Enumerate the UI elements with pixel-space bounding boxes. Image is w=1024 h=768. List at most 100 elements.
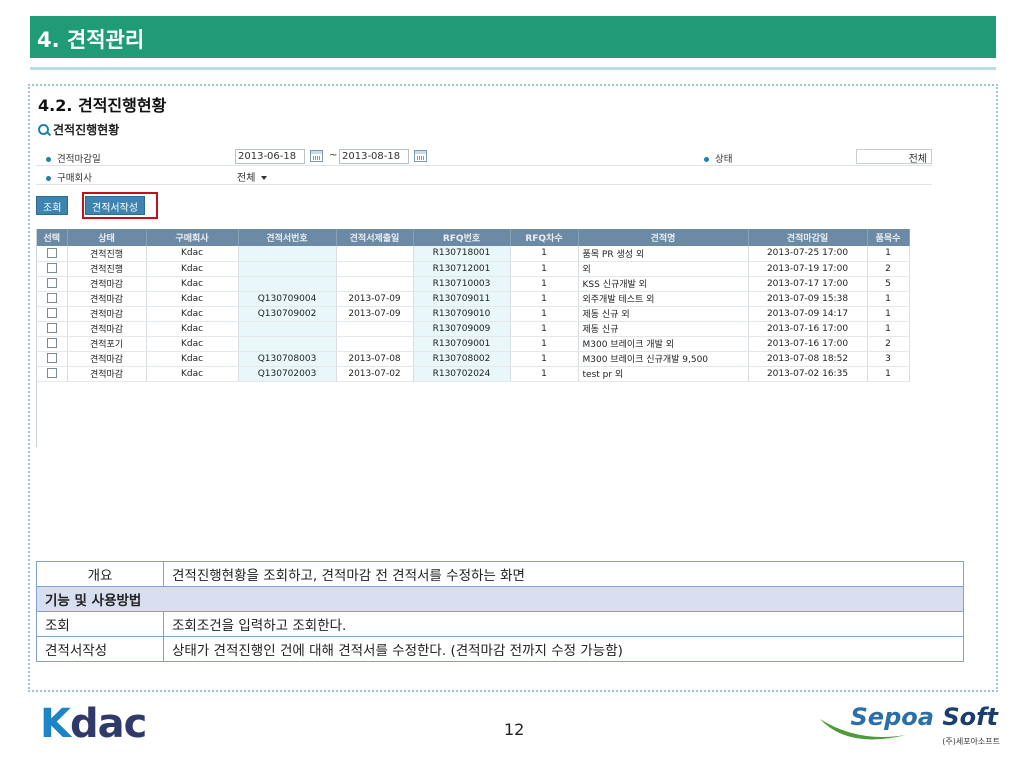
row-checkbox[interactable] bbox=[46, 353, 57, 364]
grid-cell: 제동 신규 bbox=[578, 321, 749, 337]
grid-cell: R130712001 bbox=[413, 261, 511, 277]
company-select[interactable]: 전체 bbox=[235, 168, 269, 185]
grid-cell: 1 bbox=[867, 291, 910, 307]
grid-cell: 2013-07-09 bbox=[336, 291, 414, 307]
grid-cell: 2013-07-19 17:00 bbox=[748, 261, 868, 277]
grid-cell: Kdac bbox=[146, 276, 239, 292]
usage-row-create: 견적서작성 상태가 견적진행인 건에 대해 견적서를 수정한다. (견적마감 전… bbox=[36, 636, 964, 662]
grid-column-header[interactable]: RFQ차수 bbox=[510, 229, 579, 246]
date-separator: ~ bbox=[329, 150, 338, 161]
grid-cell: Kdac bbox=[146, 366, 239, 382]
row-select-cell[interactable] bbox=[37, 246, 68, 262]
table-row[interactable]: 견적마감 Kdac Q130708003 2013-07-08 R130708002 1 M… bbox=[37, 351, 910, 367]
section-title: 4.2. 견적진행현황 bbox=[38, 96, 167, 115]
grid-column-header[interactable]: 선택 bbox=[37, 229, 68, 246]
grid-cell bbox=[238, 321, 337, 337]
overview-row: 개요 견적진행현황을 조회하고, 견적마감 전 견적서를 수정하는 화면 bbox=[36, 561, 964, 587]
grid-column-header[interactable]: RFQ번호 bbox=[413, 229, 511, 246]
row-checkbox[interactable] bbox=[46, 308, 57, 319]
row-select-cell[interactable] bbox=[37, 366, 68, 382]
usage-header: 기능 및 사용방법 bbox=[36, 586, 964, 612]
filter-row-company: 구매회사 전체 bbox=[36, 167, 932, 185]
row-checkbox[interactable] bbox=[46, 323, 57, 334]
row-checkbox[interactable] bbox=[46, 248, 57, 258]
grid-cell bbox=[238, 276, 337, 292]
grid-cell: test pr 외 bbox=[578, 366, 749, 382]
grid-cell: 1 bbox=[510, 291, 579, 307]
search-button[interactable]: 조회 bbox=[36, 196, 69, 215]
table-row[interactable]: 견적마감 Kdac Q130702003 2013-07-02 R130702024 1 t… bbox=[37, 366, 910, 382]
grid-cell: 2013-07-16 17:00 bbox=[748, 336, 868, 352]
grid-cell: Kdac bbox=[146, 351, 239, 367]
row-checkbox[interactable] bbox=[46, 278, 57, 289]
grid-cell: 1 bbox=[510, 336, 579, 352]
row-select-cell[interactable] bbox=[37, 321, 68, 337]
grid-body: 견적진행 Kdac R130718001 1 품목 PR 생성 외 2013-07-25 … bbox=[37, 246, 910, 382]
table-row[interactable]: 견적마감 Kdac R130709009 1 제동 신규 2013-07-16 17:00… bbox=[37, 321, 910, 337]
table-row[interactable]: 견적마감 Kdac Q130709004 2013-07-09 R130709011 1 외… bbox=[37, 291, 910, 307]
grid-cell: 견적마감 bbox=[67, 366, 147, 382]
grid-header-row: 선택 상태 구매회사 견적서번호 견적서제출일 RFQ번호 RFQ차수 견적명 견적마감일 품목수 bbox=[37, 229, 910, 246]
grid-cell: 3 bbox=[867, 351, 910, 367]
grid-cell: 견적포기 bbox=[67, 336, 147, 352]
calendar-icon[interactable] bbox=[414, 150, 427, 162]
row-checkbox[interactable] bbox=[46, 293, 57, 304]
usage-text: 조회조건을 입력하고 조회한다. bbox=[163, 611, 964, 637]
table-row[interactable]: 견적마감 Kdac R130710003 1 KSS 신규개발 외 2013-07-17 … bbox=[37, 276, 910, 292]
grid-cell: Kdac bbox=[146, 336, 239, 352]
row-select-cell[interactable] bbox=[37, 261, 68, 277]
usage-label: 조회 bbox=[36, 611, 164, 637]
table-row[interactable]: 견적진행 Kdac R130712001 1 외 2013-07-19 17:00 2 bbox=[37, 261, 910, 277]
description-table: 개요 견적진행현황을 조회하고, 견적마감 전 견적서를 수정하는 화면 기능 … bbox=[36, 561, 964, 662]
usage-label: 견적서작성 bbox=[36, 636, 164, 662]
grid-cell: Q130709002 bbox=[238, 306, 337, 322]
grid-column-header[interactable]: 견적서제출일 bbox=[336, 229, 414, 246]
status-select[interactable]: 전체 bbox=[856, 149, 932, 165]
bullet-icon bbox=[704, 157, 709, 162]
grid-cell: Q130709004 bbox=[238, 291, 337, 307]
row-select-cell[interactable] bbox=[37, 351, 68, 367]
grid-cell: Q130702003 bbox=[238, 366, 337, 382]
grid-cell: 1 bbox=[510, 351, 579, 367]
grid-cell: 1 bbox=[867, 366, 910, 382]
grid-cell: 견적마감 bbox=[67, 321, 147, 337]
grid-cell: R130709010 bbox=[413, 306, 511, 322]
row-select-cell[interactable] bbox=[37, 291, 68, 307]
calendar-icon[interactable] bbox=[310, 150, 323, 162]
grid-column-header[interactable]: 견적명 bbox=[578, 229, 749, 246]
usage-row-search: 조회 조회조건을 입력하고 조회한다. bbox=[36, 611, 964, 637]
date-from-input[interactable]: 2013-06-18 bbox=[235, 149, 305, 164]
bullet-icon bbox=[46, 176, 51, 181]
grid-cell: 견적마감 bbox=[67, 306, 147, 322]
grid-cell: 1 bbox=[510, 366, 579, 382]
grid-column-header[interactable]: 상태 bbox=[67, 229, 147, 246]
grid-column-header[interactable]: 품목수 bbox=[867, 229, 910, 246]
grid-cell: Kdac bbox=[146, 246, 239, 262]
grid-cell: 2013-07-09 bbox=[336, 306, 414, 322]
row-select-cell[interactable] bbox=[37, 276, 68, 292]
grid-cell bbox=[336, 336, 414, 352]
grid-cell bbox=[336, 321, 414, 337]
grid-cell: R130710003 bbox=[413, 276, 511, 292]
table-row[interactable]: 견적포기 Kdac R130709001 1 M300 브레이크 개발 외 2013-07… bbox=[37, 336, 910, 352]
slide: 4. 견적관리 4.2. 견적진행현황 견적진행현황 견적마감일 2013-06… bbox=[0, 0, 1024, 768]
grid-cell: 품목 PR 생성 외 bbox=[578, 246, 749, 262]
grid-cell bbox=[238, 336, 337, 352]
grid-cell: M300 브레이크 신규개발 9,500 bbox=[578, 351, 749, 367]
table-row[interactable]: 견적진행 Kdac R130718001 1 품목 PR 생성 외 2013-07-25 … bbox=[37, 246, 910, 262]
row-select-cell[interactable] bbox=[37, 336, 68, 352]
row-checkbox[interactable] bbox=[46, 338, 57, 349]
row-select-cell[interactable] bbox=[37, 306, 68, 322]
grid-cell: 1 bbox=[867, 306, 910, 322]
table-row[interactable]: 견적마감 Kdac Q130709002 2013-07-09 R130709010 1 제… bbox=[37, 306, 910, 322]
row-checkbox[interactable] bbox=[46, 263, 57, 274]
sepoa-soft-logo: Sepoa Soft (주)세포아소프트 bbox=[818, 703, 1002, 753]
row-checkbox[interactable] bbox=[46, 368, 57, 379]
grid-column-header[interactable]: 구매회사 bbox=[146, 229, 239, 246]
company-label: 구매회사 bbox=[46, 170, 92, 184]
grid-column-header[interactable]: 견적서번호 bbox=[238, 229, 337, 246]
date-to-input[interactable]: 2013-08-18 bbox=[339, 149, 409, 164]
grid-column-header[interactable]: 견적마감일 bbox=[748, 229, 868, 246]
grid-cell: R130708002 bbox=[413, 351, 511, 367]
sepoa-soft-wordmark: Sepoa Soft bbox=[850, 703, 998, 731]
